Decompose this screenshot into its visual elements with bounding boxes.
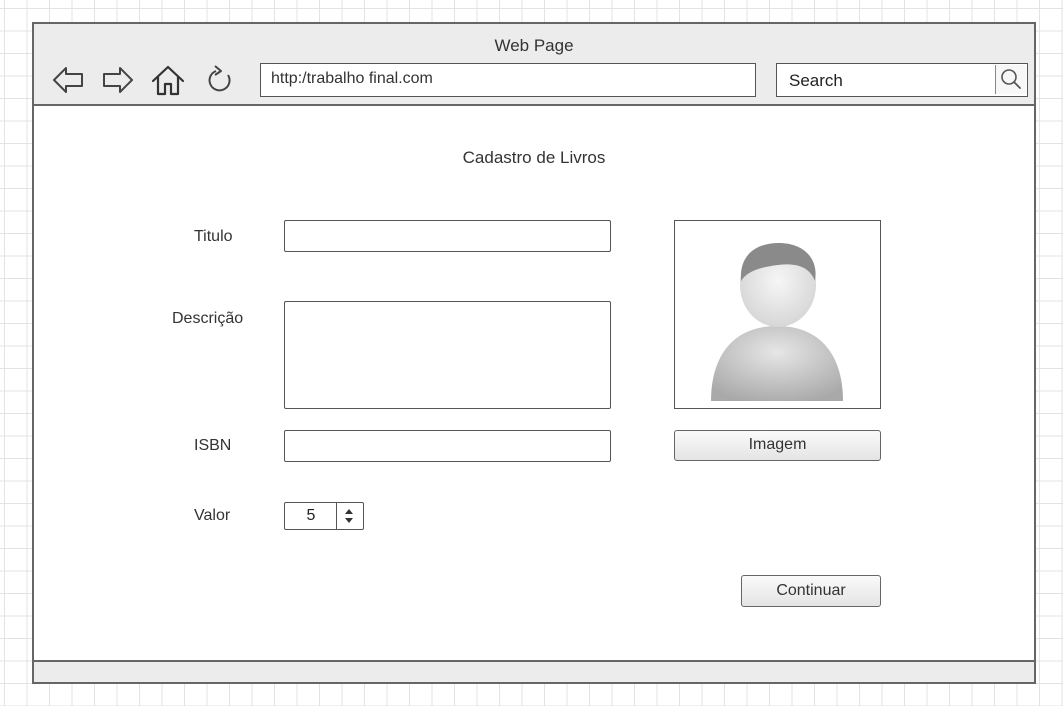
titulo-label: Titulo bbox=[194, 228, 233, 245]
url-bar[interactable]: http:/trabalho final.com bbox=[260, 63, 756, 97]
isbn-input[interactable] bbox=[284, 430, 611, 462]
browser-toolbar: Web Page http:/trabalho final.com Search bbox=[34, 24, 1034, 106]
forward-arrow-icon[interactable] bbox=[100, 62, 136, 98]
reload-icon[interactable] bbox=[202, 62, 238, 98]
user-avatar-icon bbox=[711, 243, 843, 401]
page-title: Cadastro de Livros bbox=[462, 148, 606, 167]
stepper-value: 5 bbox=[306, 507, 316, 524]
isbn-label: ISBN bbox=[194, 437, 232, 454]
imagem-button[interactable]: Imagem bbox=[674, 430, 881, 461]
titulo-input[interactable] bbox=[284, 220, 611, 252]
search-placeholder: Search bbox=[789, 71, 843, 90]
search-icon bbox=[1001, 69, 1021, 89]
image-preview bbox=[674, 220, 881, 409]
valor-label: Valor bbox=[194, 507, 231, 524]
stepper-arrows[interactable] bbox=[336, 503, 363, 529]
continuar-button[interactable]: Continuar bbox=[741, 575, 881, 607]
valor-stepper[interactable]: 5 bbox=[284, 502, 364, 530]
up-down-arrows-icon bbox=[345, 509, 353, 523]
search-input[interactable]: Search bbox=[776, 63, 1028, 97]
search-button[interactable] bbox=[995, 65, 1026, 94]
status-bar bbox=[34, 660, 1034, 682]
back-arrow-icon[interactable] bbox=[50, 62, 86, 98]
descricao-textarea[interactable] bbox=[284, 301, 611, 409]
descricao-label: Descrição bbox=[172, 310, 244, 327]
home-icon[interactable] bbox=[150, 62, 186, 98]
window-title: Web Page bbox=[494, 36, 574, 55]
browser-window: Web Page http:/trabalho final.com Search… bbox=[32, 22, 1036, 684]
